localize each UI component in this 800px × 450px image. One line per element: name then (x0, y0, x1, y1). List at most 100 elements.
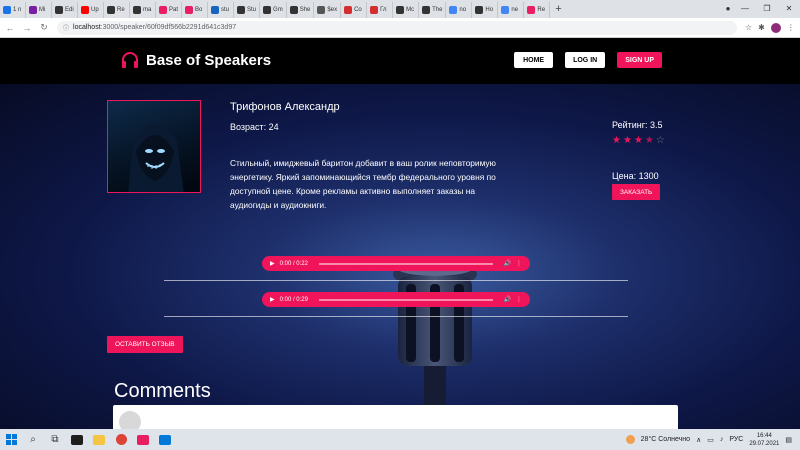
search-icon[interactable]: ⌕ (22, 429, 44, 450)
tray-up-arrow-icon[interactable]: ∧ (696, 436, 701, 444)
signup-button[interactable]: SIGN UP (617, 52, 662, 68)
tab-label: ne (511, 7, 519, 13)
new-tab-button[interactable]: + (550, 3, 566, 15)
play-icon[interactable]: ▶ (270, 260, 275, 267)
browser-tab[interactable]: The (419, 2, 447, 18)
volume-icon[interactable]: 🔊 (504, 296, 511, 303)
star-icon: ☆ (655, 135, 665, 146)
tab-favicon-icon (185, 6, 194, 14)
language-indicator[interactable]: РУС (729, 436, 743, 443)
audio-progress-bar[interactable] (318, 262, 493, 265)
tab-label: Co (354, 7, 362, 13)
star-icon: ★ (622, 135, 632, 146)
browser-tab[interactable]: Re (104, 2, 130, 18)
home-button[interactable]: HOME (514, 52, 554, 68)
browser-tab[interactable]: Mc (393, 2, 420, 18)
notifications-icon[interactable]: ▤ (785, 436, 792, 444)
network-icon[interactable]: ▭ (707, 436, 714, 444)
comments-heading: Comments (114, 380, 211, 402)
browser-tab[interactable]: ma (130, 2, 156, 18)
tab-favicon-icon (370, 6, 379, 14)
address-bar[interactable]: ⓘ localhost:3000/speaker/60f09df566b2291… (57, 20, 737, 35)
browser-tab[interactable]: ne (498, 2, 525, 18)
browser-tab[interactable]: Гл (367, 2, 394, 18)
divider (164, 316, 628, 317)
headphones-icon (122, 52, 138, 68)
tab-label: Гл (380, 7, 387, 13)
tab-label: She (299, 7, 311, 13)
app-icon[interactable] (132, 429, 154, 450)
figma-icon[interactable] (66, 429, 88, 450)
browser-tab[interactable]: $ex (314, 2, 342, 18)
site-logo[interactable]: Base of Speakers (120, 50, 271, 70)
tab-favicon-icon (317, 6, 326, 14)
audio-menu-icon[interactable]: ⋮ (516, 260, 522, 267)
clock[interactable]: 16:44 29.07.2021 (749, 432, 779, 448)
file-explorer-icon[interactable] (88, 429, 110, 450)
star-icon: ★ (644, 135, 654, 146)
forward-icon[interactable]: → (20, 23, 34, 33)
info-icon[interactable]: ⓘ (63, 23, 69, 32)
tab-favicon-icon (159, 6, 167, 14)
tab-favicon-icon (81, 6, 89, 14)
rating-label: Рейтинг: 3.5 (612, 120, 663, 130)
maximize-icon[interactable]: ❐ (756, 0, 778, 18)
tab-label: Ho (485, 7, 494, 13)
back-icon[interactable]: ← (3, 23, 17, 33)
browser-tab[interactable]: stu (208, 2, 235, 18)
browser-tab[interactable]: Re (524, 2, 551, 18)
vscode-icon[interactable] (154, 429, 176, 450)
browser-tab[interactable]: Mi (26, 2, 52, 18)
profile-avatar[interactable] (770, 22, 781, 33)
browser-tab[interactable]: 1 n (0, 2, 26, 18)
chrome-icon[interactable] (110, 429, 132, 450)
weather-text[interactable]: 28°C Солнечно (641, 436, 690, 443)
tab-label: Up (91, 7, 99, 13)
tab-favicon-icon (501, 6, 510, 14)
tab-label: Bo (195, 7, 203, 13)
browser-tab[interactable]: Gm (260, 2, 287, 18)
tab-label: The (432, 7, 443, 13)
browser-tab[interactable]: Edi (52, 2, 78, 18)
browser-tab[interactable]: Up (78, 2, 104, 18)
volume-icon[interactable]: 🔊 (504, 260, 511, 267)
audio-player[interactable]: ▶ 0:00 / 0:29 🔊 ⋮ (262, 292, 530, 307)
tab-label: $ex (327, 7, 338, 13)
browser-tab[interactable]: Stu (234, 2, 261, 18)
profile-circle-icon[interactable]: ● (722, 0, 734, 18)
url-host: localhost (73, 24, 101, 31)
tab-label: Re (537, 7, 546, 13)
close-window-icon[interactable]: ✕ (778, 0, 800, 18)
leave-review-button[interactable]: ОСТАВИТЬ ОТЗЫВ (107, 336, 183, 353)
browser-tab[interactable]: She (287, 2, 315, 18)
audio-progress-bar[interactable] (318, 298, 493, 301)
bookmark-star-icon[interactable]: ☆ (745, 23, 752, 32)
browser-tab[interactable]: Pat (156, 2, 183, 18)
login-button[interactable]: LOG IN (565, 52, 606, 68)
play-icon[interactable]: ▶ (270, 296, 275, 303)
browser-tab[interactable]: Bo (182, 2, 209, 18)
speaker-age: Возраст: 24 (230, 122, 279, 132)
tab-favicon-icon (3, 6, 11, 14)
audio-player[interactable]: ▶ 0:00 / 0:22 🔊 ⋮ (262, 256, 530, 271)
tab-label: Re (117, 7, 125, 13)
speaker-photo (107, 100, 201, 193)
clock-date: 29.07.2021 (749, 440, 780, 447)
browser-tab[interactable]: Co (341, 2, 368, 18)
volume-tray-icon[interactable]: ♪ (720, 436, 724, 443)
extensions-icon[interactable]: ✱ (758, 23, 765, 32)
tab-label: Mi (39, 7, 46, 13)
tab-favicon-icon (107, 6, 115, 14)
task-view-icon[interactable]: ⧉ (44, 429, 66, 450)
order-button[interactable]: ЗАКАЗАТЬ (612, 184, 661, 200)
comment-card (113, 405, 678, 429)
minimize-icon[interactable]: — (734, 0, 756, 18)
browser-tab[interactable]: no (446, 2, 473, 18)
speaker-page: Трифонов Александр Возраст: 24 Стильный,… (0, 84, 800, 429)
weather-icon[interactable] (625, 435, 635, 444)
audio-menu-icon[interactable]: ⋮ (516, 296, 522, 303)
menu-dots-icon[interactable]: ⋮ (787, 23, 795, 32)
windows-start-icon[interactable] (0, 429, 22, 450)
reload-icon[interactable]: ↻ (37, 22, 51, 33)
browser-tab[interactable]: Ho (472, 2, 499, 18)
